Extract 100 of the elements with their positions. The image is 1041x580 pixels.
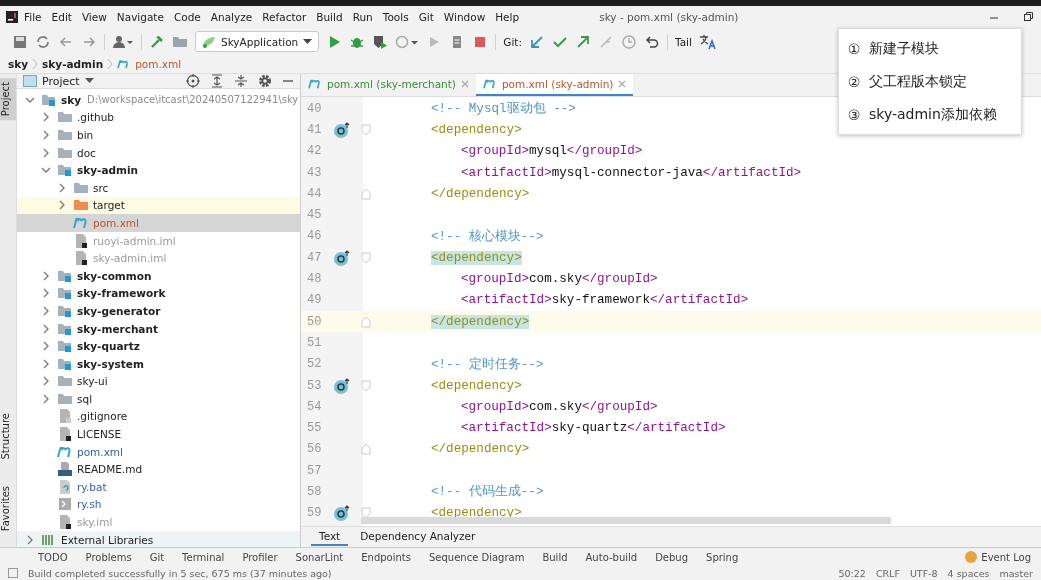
tree-row[interactable]: sky-merchant [17,319,300,338]
menu-item[interactable]: Window [443,11,486,23]
tree-item-label[interactable]: sky-merchant [77,322,158,335]
editor-tab[interactable]: pom.xml (sky-merchant) [301,74,476,96]
expand-all-icon[interactable] [210,74,224,88]
collapse-all-icon[interactable] [234,74,248,88]
tree-item-label[interactable]: LICENSE [77,428,122,441]
translate-icon[interactable] [698,33,717,50]
fold-marker-icon[interactable] [361,315,371,328]
menu-item[interactable]: Run [352,11,373,23]
fold-marker-icon[interactable] [361,443,371,456]
tree-item-label[interactable]: .gitignore [77,410,128,423]
run-configuration-dropdown[interactable]: SkyApplication [195,31,320,52]
editor-view-tab[interactable]: Dependency Analyzer [352,528,484,546]
override-marker-icon[interactable] [333,505,351,522]
tree-item-label[interactable]: .github [77,111,114,124]
tree-row[interactable]: External Libraries [17,530,300,549]
event-log-button[interactable]: Event Log [981,551,1031,563]
fold-marker-icon[interactable] [361,123,371,136]
tool-window-button[interactable]: TODO [38,551,68,563]
tool-window-button[interactable]: SonarLint [295,551,344,563]
menu-item[interactable]: Navigate [116,11,164,23]
tree-item-label[interactable]: sky [61,93,82,106]
tree-row[interactable]: ry.bat [17,478,300,496]
tree-row[interactable]: doc [17,143,300,162]
tree-row[interactable]: sky-common [17,266,300,285]
tool-window-tab[interactable]: Favorites [0,482,16,536]
tool-window-tab[interactable]: Project [0,78,16,121]
checkbox-icon[interactable] [8,568,18,578]
tool-window-tab[interactable]: Structure [0,409,16,464]
tree-row[interactable]: LICENSE [17,425,300,443]
tree-item-label[interactable]: ry.sh [77,498,102,511]
tree-item-label[interactable]: sky-framework [77,287,166,300]
close-icon[interactable] [459,79,470,89]
tree-row[interactable]: sql [17,390,300,408]
tree-row[interactable]: .github [17,108,300,127]
tree-item-label[interactable]: sql [77,392,93,405]
sync-icon[interactable] [35,33,51,50]
tree-row[interactable]: sky-admin [17,161,300,179]
menu-item[interactable]: Refactor [262,11,307,23]
menu-item[interactable]: Tools [382,11,409,23]
override-marker-icon[interactable] [333,377,351,394]
menu-item[interactable]: Edit [51,11,72,23]
indent-setting[interactable]: 4 spaces [947,567,990,579]
save-icon[interactable] [12,33,28,50]
dropdown-caret-icon[interactable] [84,78,94,84]
tree-item-label[interactable]: doc [77,146,96,159]
override-marker-icon[interactable] [333,249,351,266]
tool-window-button[interactable]: Terminal [182,551,225,563]
fold-marker-icon[interactable] [361,251,371,264]
tree-row[interactable]: sky-quartz [17,337,300,355]
scrollbar-thumb[interactable] [361,517,891,524]
settings-icon[interactable] [258,74,272,88]
menu-item[interactable]: View [81,11,107,23]
tail-button[interactable]: Tail [675,35,692,48]
tree-row[interactable]: pom.xml [17,442,300,461]
tree-item-label[interactable]: README.md [77,463,143,476]
tool-window-button[interactable]: Git [149,551,165,563]
tree-item-label[interactable]: pom.xml [77,445,123,458]
menu-item[interactable]: Git [418,11,434,23]
tool-window-button[interactable]: Debug [655,551,689,563]
tree-item-label[interactable]: sky-generator [77,304,161,317]
hammer-icon[interactable] [149,33,165,50]
menu-item[interactable]: File [24,11,42,23]
tree-row[interactable]: sky-generator [17,302,300,320]
tree-row[interactable]: sky-ui [17,372,300,391]
tree-item-label[interactable]: target [93,199,125,212]
fold-marker-icon[interactable] [361,187,371,200]
tool-window-button[interactable]: Problems [85,551,132,563]
fold-marker-icon[interactable] [361,507,371,520]
tool-window-button[interactable]: Endpoints [361,551,411,563]
tree-item-label[interactable]: bin [77,129,94,141]
history-clock-icon[interactable] [621,33,637,50]
tree-item-label[interactable]: sky-common [77,269,152,282]
close-icon[interactable] [617,79,628,89]
menu-item[interactable]: Build [316,11,343,23]
menu-item[interactable]: Analyze [210,11,253,23]
override-marker-icon[interactable] [333,121,351,138]
menu-item[interactable]: Help [495,11,520,23]
tree-item-label[interactable]: ry.bat [77,480,107,493]
user-dropdown-icon[interactable] [112,33,134,50]
tree-row[interactable]: sky D:\workspace\itcast\20240507122941\sky [17,91,300,109]
tree-item-label[interactable]: External Libraries [61,533,154,546]
tree-row[interactable]: sky-system [17,354,300,373]
tool-window-button[interactable]: Spring [706,551,739,563]
breadcrumb-item[interactable]: pom.xml [135,58,182,70]
tool-window-button[interactable]: Auto-build [585,551,638,563]
locate-icon[interactable] [186,74,200,88]
tree-row[interactable]: .gitignore [17,407,300,426]
fold-marker-icon[interactable] [361,379,371,392]
tree-item-label[interactable]: src [93,181,109,194]
tree-item-label[interactable]: sky-admin [77,164,139,177]
push-arrow-icon[interactable] [575,33,591,50]
coverage-icon[interactable] [372,33,389,50]
tree-item-label[interactable]: sky-ui [77,375,108,388]
tool-window-button[interactable]: Profiler [242,551,278,563]
tree-row[interactable]: sky-framework [17,284,300,303]
tree-item-label[interactable]: sky-quartz [77,340,140,353]
line-separator[interactable]: CRLF [875,567,900,579]
tree-row[interactable]: ry.sh [17,495,300,514]
